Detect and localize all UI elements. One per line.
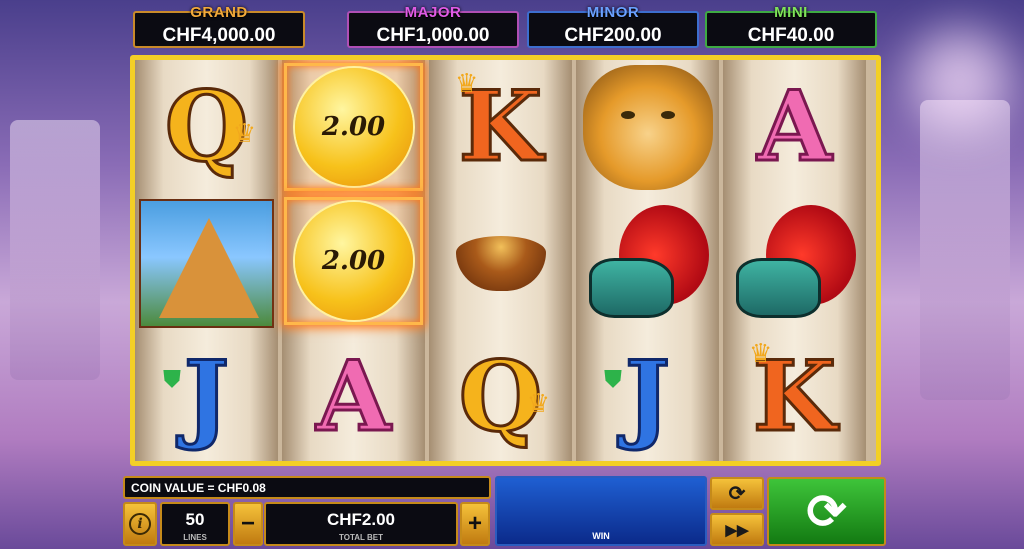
symbol-k: K ♛ — [429, 60, 572, 194]
symbol-pyramid — [135, 196, 278, 330]
crown-icon: ♛ — [749, 338, 773, 368]
reel-3: K ♛ Q ♛ — [429, 60, 572, 461]
symbol-a: A — [723, 60, 866, 194]
symbol-j-letter: J — [623, 340, 671, 453]
coin-highlight: 2.00 — [284, 197, 423, 325]
turbo-button[interactable]: ▶▶ — [710, 513, 764, 546]
coin-value-display: COIN VALUE = CHF0.08 — [123, 476, 491, 499]
symbol-j: J ⛊ — [135, 330, 278, 461]
autoplay-icon: ⟳ — [728, 483, 746, 505]
jackpot-grand-value: CHF4,000.00 — [162, 25, 276, 46]
spin-icon: ⟳ — [806, 485, 847, 539]
spin-button[interactable]: ⟳ — [767, 477, 886, 546]
reels-area: Q ♛ J ⛊ 2.00 2.00 A K ♛ Q ♛ J ⛊ A K ♛ — [135, 60, 876, 461]
coin-highlight: 2.00 — [284, 63, 423, 191]
jackpot-minor-value: CHF200.00 — [564, 25, 662, 46]
reel-5: A K ♛ — [723, 60, 866, 461]
minus-icon: − — [240, 510, 255, 537]
jackpot-minor-label: MINOR — [586, 4, 640, 21]
jackpot-grand-label: GRAND — [190, 4, 248, 21]
lines-value: 50 — [185, 510, 205, 529]
win-label: WIN — [592, 531, 610, 541]
symbol-serpent — [576, 196, 719, 330]
symbol-jaguar — [576, 60, 719, 194]
win-display: WIN — [495, 476, 707, 546]
pyramid-icon — [139, 198, 274, 328]
symbol-a: A — [282, 330, 425, 461]
jackpot-grand: GRAND CHF4,000.00 — [133, 4, 305, 48]
reel-4: J ⛊ — [576, 60, 719, 461]
jackpot-minor: MINOR CHF200.00 — [527, 4, 699, 48]
background-rock-right — [920, 100, 1010, 400]
coin-value-2: 2.00 — [294, 202, 413, 320]
symbol-j-letter: J — [182, 340, 230, 453]
shield-icon: ⛊ — [163, 366, 181, 393]
reel-1: Q ♛ J ⛊ — [135, 60, 278, 461]
symbol-a-letter: A — [756, 70, 834, 183]
coin-symbol-2: 2.00 — [282, 194, 425, 328]
fast-forward-icon: ▶▶ — [725, 521, 749, 539]
coin-value-1: 2.00 — [294, 68, 413, 186]
reels-frame: Q ♛ J ⛊ 2.00 2.00 A K ♛ Q ♛ J ⛊ A K ♛ — [130, 55, 881, 466]
autoplay-button[interactable]: ⟳ — [710, 477, 764, 510]
lines-display: 50 LINES — [160, 502, 230, 546]
background-glow — [900, 20, 1020, 140]
serpent-icon — [583, 201, 713, 326]
increase-bet-button[interactable]: + — [460, 502, 490, 546]
info-button[interactable]: i — [123, 502, 157, 546]
decrease-bet-button[interactable]: − — [233, 502, 263, 546]
jackpot-major: MAJOR CHF1,000.00 — [347, 4, 519, 48]
jackpot-mini: MINI CHF40.00 — [705, 4, 877, 48]
symbol-j: J ⛊ — [576, 330, 719, 461]
background-rock-left — [10, 120, 100, 380]
symbol-q: Q ♛ — [135, 60, 278, 194]
total-bet-value: CHF2.00 — [326, 510, 396, 529]
jackpot-mini-value: CHF40.00 — [747, 25, 835, 46]
shield-icon: ⛊ — [604, 366, 622, 393]
lines-label: LINES — [183, 533, 207, 542]
bowl-icon — [455, 235, 546, 291]
reel-2: 2.00 2.00 A — [282, 60, 425, 461]
coin-symbol-1: 2.00 — [282, 60, 425, 194]
crown-icon: ♛ — [232, 118, 256, 148]
jaguar-icon — [582, 64, 713, 190]
symbol-q: Q ♛ — [429, 330, 572, 461]
symbol-bowl — [429, 196, 572, 330]
plus-icon: + — [467, 510, 482, 537]
total-bet-label: TOTAL BET — [339, 533, 383, 542]
jackpot-mini-label: MINI — [774, 4, 808, 21]
crown-icon: ♛ — [526, 388, 550, 418]
jackpot-major-label: MAJOR — [404, 4, 462, 21]
serpent-icon — [730, 201, 860, 326]
jackpot-major-value: CHF1,000.00 — [376, 25, 490, 46]
info-icon: i — [129, 513, 151, 535]
total-bet-display: CHF2.00 TOTAL BET — [264, 502, 458, 546]
symbol-a-letter: A — [315, 340, 393, 453]
symbol-k: K ♛ — [723, 330, 866, 461]
symbol-serpent — [723, 196, 866, 330]
crown-icon: ♛ — [455, 68, 479, 98]
